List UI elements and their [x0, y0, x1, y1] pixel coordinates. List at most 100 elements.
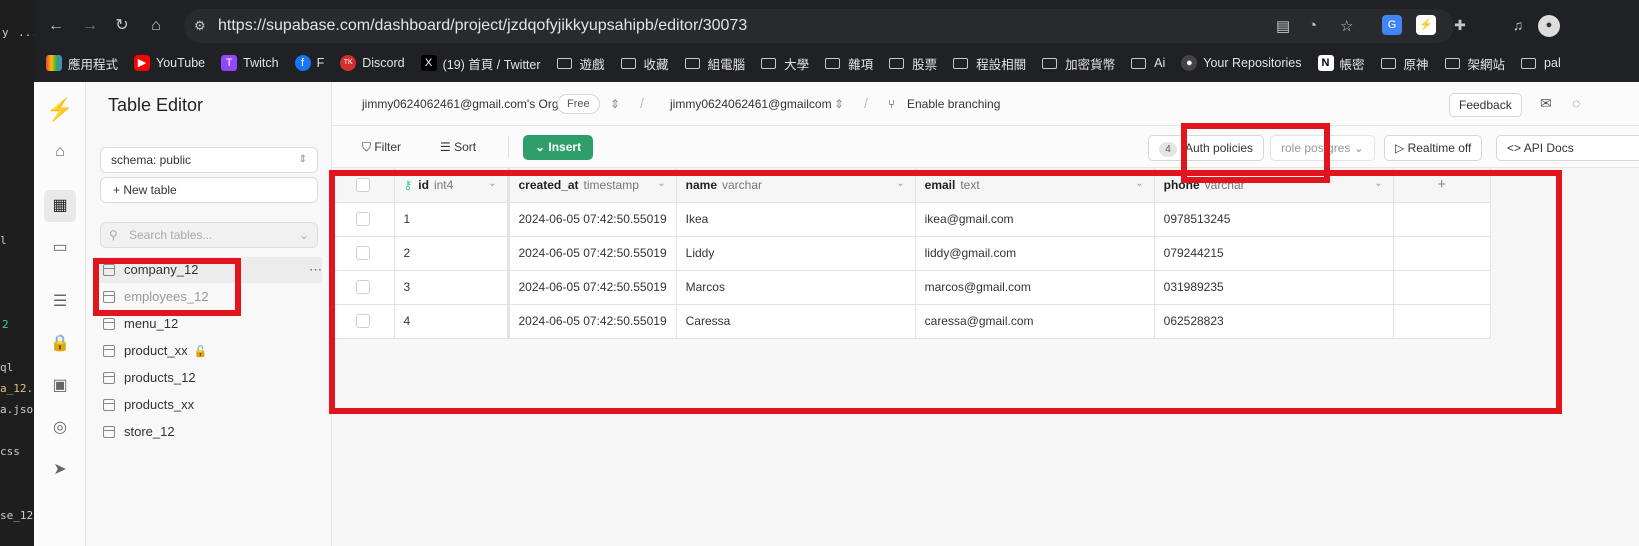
chevron-down-icon[interactable]: ⌄ [1135, 178, 1143, 189]
table-row[interactable]: 1 2024-06-05 07:42:50.55019 Ikea ikea@gm… [332, 202, 1491, 237]
cell-phone[interactable]: 031989235 [1154, 270, 1394, 305]
row-checkbox[interactable] [355, 246, 370, 261]
chevron-updown-icon[interactable]: ⇕ [610, 97, 620, 111]
home-icon[interactable]: ⌂ [144, 14, 168, 38]
new-table-button[interactable]: + New table [100, 177, 318, 203]
supabase-logo-icon[interactable]: ⚡ [44, 94, 76, 126]
row-checkbox-cell[interactable] [332, 202, 395, 237]
chevron-down-icon[interactable]: ⌄ [488, 178, 496, 189]
table-row[interactable]: 4 2024-06-05 07:42:50.55019 Caressa care… [332, 304, 1491, 339]
column-header-email[interactable]: email text ⌄ [915, 168, 1155, 203]
chevron-down-icon[interactable]: ⌄ [1374, 178, 1382, 189]
bookmark-apps[interactable]: 應用程式 [46, 52, 118, 74]
table-editor-icon[interactable]: ▦ [44, 190, 76, 222]
cell-name[interactable]: Caressa [676, 304, 916, 339]
back-icon[interactable]: ← [44, 14, 68, 38]
column-header-phone[interactable]: phone varchar ⌄ [1154, 168, 1394, 203]
cell-email[interactable]: liddy@gmail.com [915, 236, 1155, 271]
row-checkbox[interactable] [355, 280, 370, 295]
row-checkbox[interactable] [355, 212, 370, 227]
forward-icon[interactable]: → [78, 14, 102, 38]
add-column-button[interactable]: + [1393, 168, 1491, 203]
bookmark-twitter[interactable]: X (19) 首頁 / Twitter [420, 52, 541, 74]
cell-id[interactable]: 3 [394, 270, 509, 305]
more-options-icon[interactable]: ⋯ [309, 257, 322, 283]
bookmark-folder[interactable]: 股票 [889, 52, 937, 74]
table-row[interactable]: 2 2024-06-05 07:42:50.55019 Liddy liddy@… [332, 236, 1491, 271]
edge-functions-icon[interactable]: ◎ [44, 412, 76, 444]
project-breadcrumb[interactable]: jimmy0624062461@gmailcom [670, 97, 832, 111]
auth-lock-icon[interactable]: 🔒 [44, 328, 76, 360]
cell-phone[interactable]: 0978513245 [1154, 202, 1394, 237]
role-select[interactable]: role postgres ⌄ [1270, 135, 1375, 161]
bookmark-folder[interactable]: 雜項 [825, 52, 873, 74]
cell-created-at[interactable]: 2024-06-05 07:42:50.55019 [506, 304, 677, 339]
realtime-toggle[interactable]: ▷ Realtime off [1384, 135, 1483, 161]
chevron-down-icon[interactable]: ⌄ [896, 178, 904, 189]
performance-icon[interactable]: ◔ [1308, 17, 1317, 34]
extensions-puzzle-icon[interactable]: ✚ [1450, 15, 1470, 35]
inbox-icon[interactable]: ✉ [1540, 95, 1552, 112]
realtime-cursor-icon[interactable]: ➤ [44, 454, 76, 486]
cell-email[interactable]: caressa@gmail.com [915, 304, 1155, 339]
cell-id[interactable]: 4 [394, 304, 509, 339]
row-checkbox-cell[interactable] [332, 236, 395, 271]
bookmark-folder[interactable]: 收藏 [620, 52, 669, 74]
feedback-button[interactable]: Feedback [1449, 93, 1522, 117]
row-checkbox-cell[interactable] [332, 304, 395, 339]
insert-button[interactable]: ⌄ Insert [523, 135, 594, 160]
cell-created-at[interactable]: 2024-06-05 07:42:50.55019 [506, 202, 677, 237]
chevron-updown-icon[interactable]: ⇕ [834, 97, 844, 111]
bookmark-folder[interactable]: 遊戲 [556, 52, 605, 74]
extension-icon[interactable]: ⚡ [1416, 15, 1436, 35]
org-breadcrumb[interactable]: jimmy0624062461@gmail.com's Org [362, 97, 559, 111]
bookmark-folder[interactable]: 大學 [761, 52, 809, 74]
reload-icon[interactable]: ↻ [110, 14, 134, 38]
bookmark-notion[interactable]: N 帳密 [1317, 52, 1365, 74]
database-icon[interactable]: ☰ [44, 286, 76, 318]
select-all-checkbox-cell[interactable] [332, 168, 395, 203]
enable-branching-button[interactable]: Enable branching [907, 97, 1000, 111]
sql-editor-icon[interactable]: ▭ [44, 232, 76, 264]
column-header-id[interactable]: ⚷ id int4 ⌄ [394, 168, 509, 203]
chevron-down-icon[interactable]: ⌄ [657, 178, 665, 189]
url-text[interactable]: https://supabase.com/dashboard/project/j… [218, 17, 747, 35]
table-list-item[interactable]: product_xx 🔓 [96, 338, 322, 364]
cell-email[interactable]: ikea@gmail.com [915, 202, 1155, 237]
bookmark-folder[interactable]: pal [1521, 52, 1561, 74]
cell-id[interactable]: 1 [394, 202, 509, 237]
storage-icon[interactable]: ▣ [44, 370, 76, 402]
clipboard-icon[interactable]: ▤ [1276, 17, 1290, 35]
row-checkbox-cell[interactable] [332, 270, 395, 305]
cell-phone[interactable]: 062528823 [1154, 304, 1394, 339]
bookmark-twitch[interactable]: T Twitch [221, 52, 279, 74]
cell-phone[interactable]: 079244215 [1154, 236, 1394, 271]
cell-name[interactable]: Ikea [676, 202, 916, 237]
bookmark-folder[interactable]: 原神 [1380, 52, 1429, 74]
schema-select[interactable]: schema: public ⇕ [100, 147, 318, 173]
table-list-item[interactable]: company_12 ⋯ [96, 257, 322, 283]
cell-name[interactable]: Liddy [676, 236, 916, 271]
cell-email[interactable]: marcos@gmail.com [915, 270, 1155, 305]
table-list-item[interactable]: products_12 [96, 365, 322, 391]
column-header-created-at[interactable]: created_at timestamp ⌄ [506, 168, 677, 203]
api-docs-button[interactable]: <> API Docs [1496, 135, 1639, 161]
table-row[interactable]: 3 2024-06-05 07:42:50.55019 Marcos marco… [332, 270, 1491, 305]
cell-created-at[interactable]: 2024-06-05 07:42:50.55019 [506, 270, 677, 305]
bookmark-github[interactable]: ● Your Repositories [1181, 52, 1302, 74]
translate-extension-icon[interactable]: G [1382, 15, 1402, 35]
cell-name[interactable]: Marcos [676, 270, 916, 305]
select-all-checkbox[interactable] [355, 178, 370, 193]
auth-policies-button[interactable]: 4 Auth policies [1148, 135, 1265, 161]
bookmark-folder[interactable]: 組電腦 [684, 52, 745, 74]
profile-avatar[interactable]: ● [1538, 15, 1560, 37]
table-list-item[interactable]: store_12 [96, 419, 322, 445]
address-bar[interactable]: ⚙ https://supabase.com/dashboard/project… [184, 9, 1454, 43]
sort-button[interactable]: ☰ Sort [440, 135, 476, 159]
column-header-name[interactable]: name varchar ⌄ [676, 168, 916, 203]
bookmark-star-icon[interactable]: ☆ [1340, 17, 1353, 35]
bookmark-discord[interactable]: TK Discord [340, 52, 405, 74]
bookmark-youtube[interactable]: ▶ YouTube [134, 52, 205, 74]
bookmark-facebook[interactable]: fF [294, 52, 324, 74]
bookmark-folder[interactable]: 加密貨幣 [1042, 52, 1115, 74]
